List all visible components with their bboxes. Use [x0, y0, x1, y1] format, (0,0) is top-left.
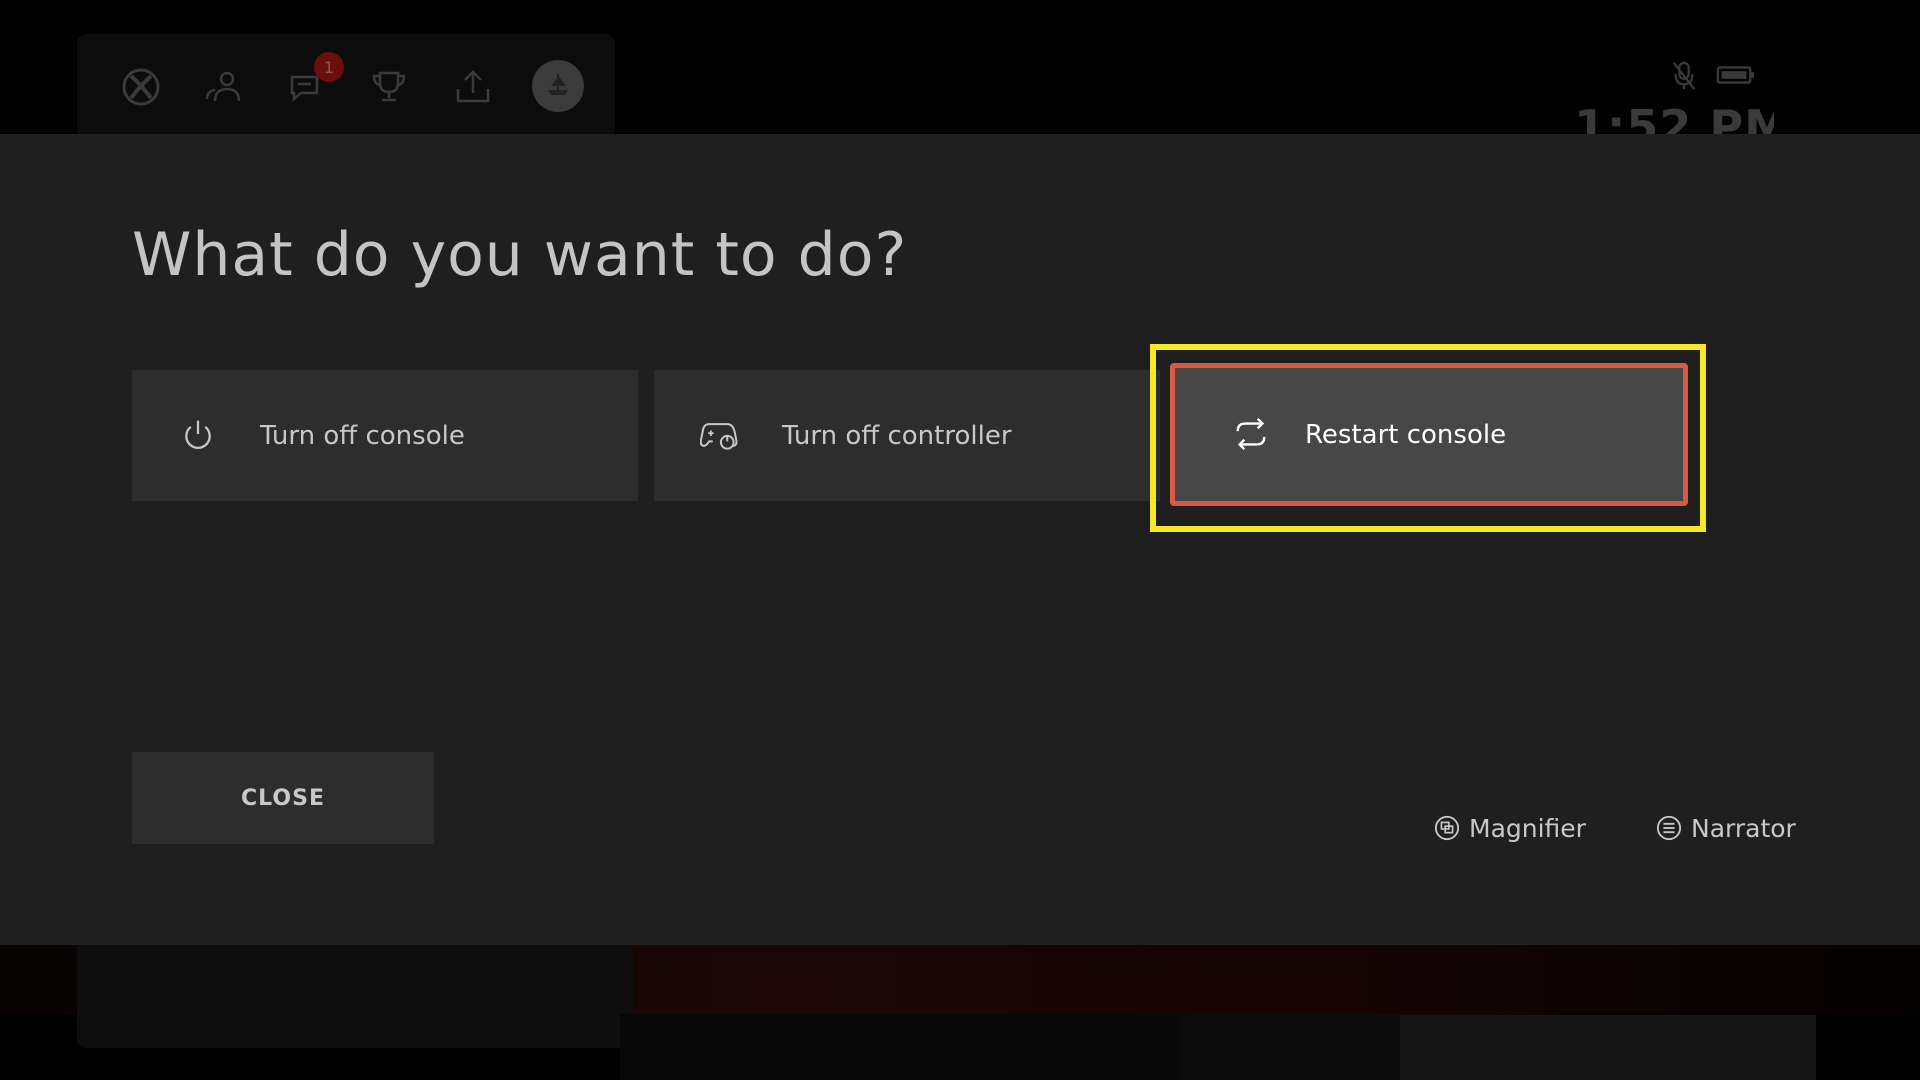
close-button[interactable]: CLOSE — [132, 752, 434, 844]
option-label: Turn off console — [260, 420, 465, 451]
dialog-title: What do you want to do? — [132, 220, 908, 290]
mic-muted-icon — [1670, 60, 1698, 92]
option-label: Turn off controller — [782, 420, 1012, 451]
notification-badge: 1 — [314, 52, 344, 82]
option-label: Restart console — [1305, 419, 1507, 450]
home-tile — [620, 1014, 1180, 1080]
battery-icon — [1716, 64, 1756, 86]
shortcut-label: Narrator — [1691, 813, 1796, 843]
avatar[interactable] — [532, 60, 584, 112]
turn-off-controller-button[interactable]: Turn off controller — [654, 370, 1160, 501]
restart-icon — [1231, 414, 1271, 454]
close-label: CLOSE — [241, 785, 325, 811]
magnifier-shortcut[interactable]: Magnifier — [1433, 810, 1586, 846]
xbox-logo-icon[interactable] — [118, 64, 164, 110]
narrator-shortcut[interactable]: Narrator — [1655, 810, 1796, 846]
ship-icon — [548, 74, 568, 95]
shortcut-label: Magnifier — [1469, 813, 1586, 843]
turn-off-console-button[interactable]: Turn off console — [132, 370, 638, 501]
home-panel — [77, 945, 633, 1048]
clock: 1:52 PM — [1574, 100, 1774, 134]
power-icon — [178, 415, 218, 455]
narrator-button-icon — [1655, 814, 1683, 842]
home-tile — [1400, 1015, 1816, 1080]
magnifier-button-icon — [1433, 814, 1461, 842]
restart-console-button[interactable]: Restart console — [1170, 363, 1688, 506]
trophy-icon[interactable] — [366, 64, 412, 110]
xbox-screen: 1 1:52 PM What do you want to do? Turn o… — [0, 0, 1920, 1080]
share-icon[interactable] — [450, 64, 496, 110]
clock-text: 1:52 PM — [1574, 100, 1774, 134]
people-icon[interactable] — [200, 64, 246, 110]
controller-power-icon — [700, 415, 740, 455]
home-tile — [1180, 1014, 1400, 1080]
